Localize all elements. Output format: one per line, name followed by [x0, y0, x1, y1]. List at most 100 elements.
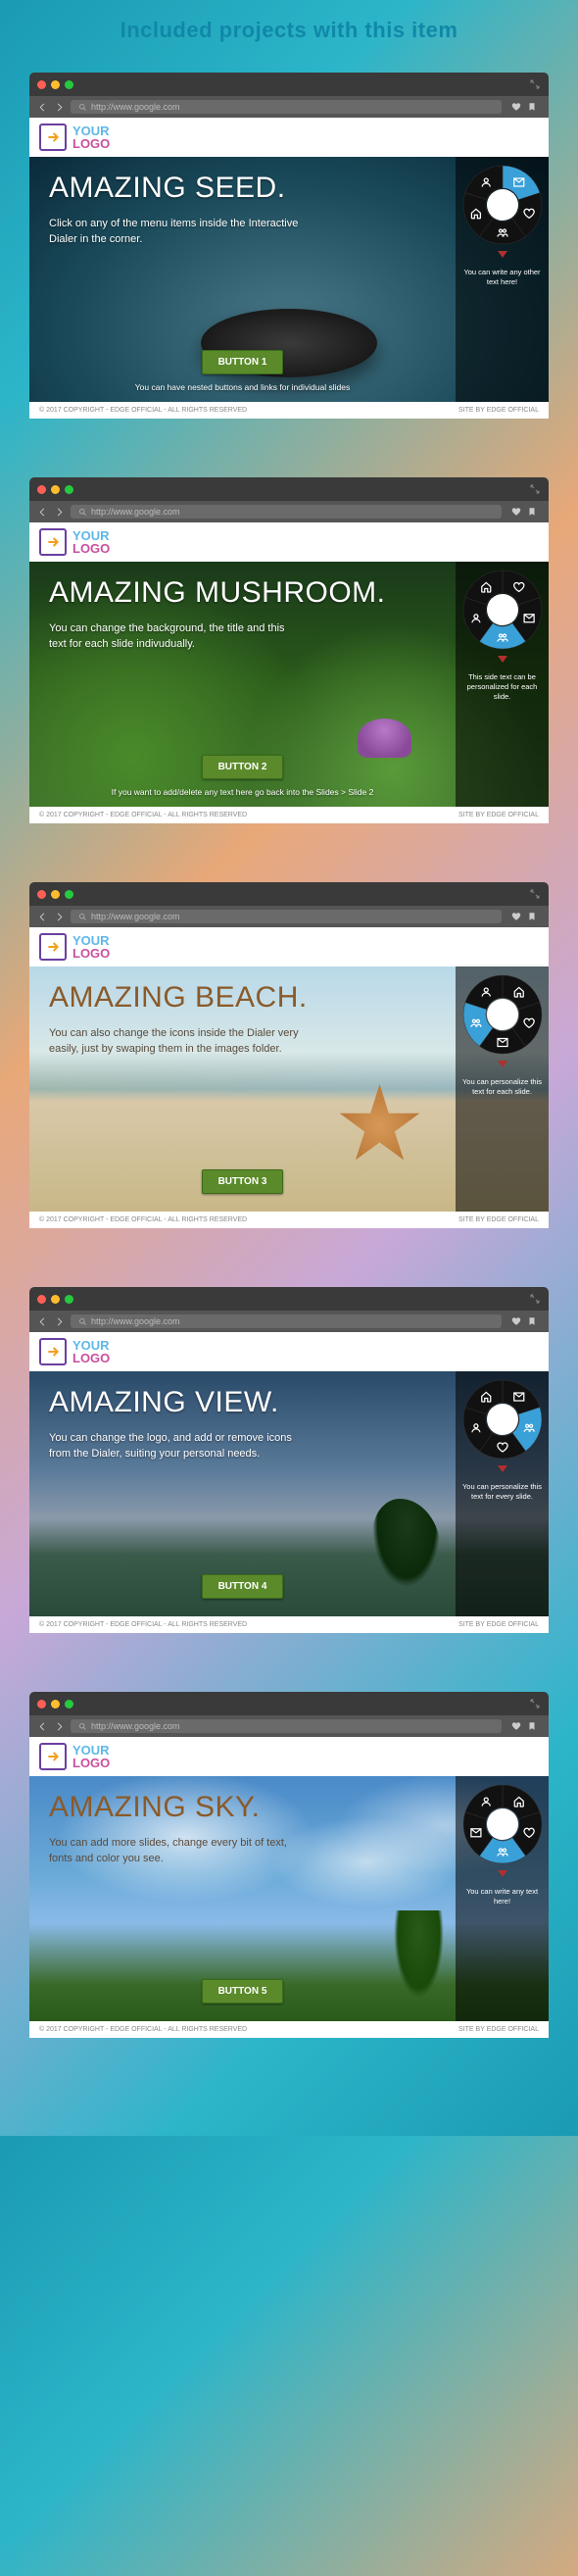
maximize-icon[interactable] [65, 1700, 73, 1709]
hero-slide: AMAZING BEACH. You can also change the i… [29, 966, 549, 1212]
minimize-icon[interactable] [51, 80, 60, 89]
chevron-down-icon[interactable] [498, 656, 507, 663]
chevron-down-icon[interactable] [498, 251, 507, 258]
maximize-icon[interactable] [65, 1295, 73, 1304]
logo-icon[interactable] [39, 1743, 67, 1770]
copyright-text: © 2017 COPYRIGHT - EDGE OFFICIAL - ALL R… [39, 2026, 247, 2033]
dialer-center[interactable] [487, 189, 518, 221]
chevron-down-icon[interactable] [498, 1465, 507, 1472]
favorite-icon[interactable] [511, 912, 521, 921]
logo-icon[interactable] [39, 933, 67, 961]
slide-description: Click on any of the menu items inside th… [49, 216, 304, 248]
minimize-icon[interactable] [51, 485, 60, 494]
hero-slide: AMAZING VIEW. You can change the logo, a… [29, 1371, 549, 1616]
footer: © 2017 COPYRIGHT - EDGE OFFICIAL - ALL R… [29, 807, 549, 823]
chevron-down-icon[interactable] [498, 1061, 507, 1067]
dialer-center[interactable] [487, 1808, 518, 1840]
back-icon[interactable] [37, 912, 48, 922]
back-icon[interactable] [37, 1721, 48, 1732]
interactive-dialer[interactable] [462, 1784, 543, 1864]
close-icon[interactable] [37, 485, 46, 494]
window-titlebar [29, 882, 549, 906]
hero-slide: AMAZING SEED. Click on any of the menu i… [29, 157, 549, 402]
logo-icon[interactable] [39, 1338, 67, 1365]
interactive-dialer[interactable] [462, 974, 543, 1055]
url-input[interactable]: http://www.google.com [71, 505, 502, 519]
header: YOUR LOGO [29, 1737, 549, 1776]
interactive-dialer[interactable] [462, 570, 543, 650]
bookmark-icon[interactable] [527, 102, 537, 112]
slide-button[interactable]: BUTTON 2 [202, 755, 284, 779]
expand-icon[interactable] [529, 1698, 541, 1709]
logo-text: YOUR LOGO [72, 529, 110, 555]
credits-text: SITE BY EDGE OFFICIAL [458, 2026, 539, 2033]
url-input[interactable]: http://www.google.com [71, 910, 502, 923]
credits-text: SITE BY EDGE OFFICIAL [458, 1621, 539, 1628]
logo-text: YOUR LOGO [72, 934, 110, 960]
favorite-icon[interactable] [511, 1316, 521, 1326]
maximize-icon[interactable] [65, 890, 73, 899]
forward-icon[interactable] [54, 507, 65, 518]
close-icon[interactable] [37, 1700, 46, 1709]
bookmark-icon[interactable] [527, 507, 537, 517]
slide-caption: If you want to add/delete any text here … [112, 787, 374, 797]
back-icon[interactable] [37, 102, 48, 113]
expand-icon[interactable] [529, 888, 541, 900]
minimize-icon[interactable] [51, 890, 60, 899]
url-text: http://www.google.com [91, 507, 180, 517]
side-text: You can personalize this text for each s… [461, 1077, 543, 1097]
forward-icon[interactable] [54, 912, 65, 922]
slide-button[interactable]: BUTTON 5 [202, 1979, 284, 2004]
dialer-center[interactable] [487, 999, 518, 1030]
address-bar: http://www.google.com [29, 1311, 549, 1332]
forward-icon[interactable] [54, 1316, 65, 1327]
side-panel: You can write any other text here! [456, 157, 549, 402]
forward-icon[interactable] [54, 102, 65, 113]
bookmark-icon[interactable] [527, 1316, 537, 1326]
slide-button[interactable]: BUTTON 4 [202, 1574, 284, 1599]
favorite-icon[interactable] [511, 102, 521, 112]
url-input[interactable]: http://www.google.com [71, 100, 502, 114]
logo-text: YOUR LOGO [72, 124, 110, 150]
url-input[interactable]: http://www.google.com [71, 1314, 502, 1328]
close-icon[interactable] [37, 80, 46, 89]
logo-text: YOUR LOGO [72, 1339, 110, 1364]
slide-button[interactable]: BUTTON 3 [202, 1169, 284, 1194]
footer: © 2017 COPYRIGHT - EDGE OFFICIAL - ALL R… [29, 1616, 549, 1633]
maximize-icon[interactable] [65, 485, 73, 494]
back-icon[interactable] [37, 1316, 48, 1327]
showcase-3: http://www.google.com YOUR LOGO AMAZING … [29, 1287, 549, 1633]
url-text: http://www.google.com [91, 102, 180, 112]
dialer-center[interactable] [487, 594, 518, 625]
bookmark-icon[interactable] [527, 1721, 537, 1731]
bookmark-icon[interactable] [527, 912, 537, 921]
maximize-icon[interactable] [65, 80, 73, 89]
close-icon[interactable] [37, 1295, 46, 1304]
slide-caption: You can have nested buttons and links fo… [135, 382, 350, 392]
forward-icon[interactable] [54, 1721, 65, 1732]
slide-title: AMAZING SEED. [49, 173, 436, 204]
close-icon[interactable] [37, 890, 46, 899]
expand-icon[interactable] [529, 1293, 541, 1305]
interactive-dialer[interactable] [462, 165, 543, 245]
expand-icon[interactable] [529, 483, 541, 495]
dialer-center[interactable] [487, 1404, 518, 1435]
logo-icon[interactable] [39, 124, 67, 151]
favorite-icon[interactable] [511, 1721, 521, 1731]
side-text: You can write any other text here! [461, 268, 543, 287]
credits-text: SITE BY EDGE OFFICIAL [458, 812, 539, 818]
slide-title: AMAZING MUSHROOM. [49, 577, 436, 609]
interactive-dialer[interactable] [462, 1379, 543, 1460]
url-text: http://www.google.com [91, 912, 180, 921]
logo-icon[interactable] [39, 528, 67, 556]
minimize-icon[interactable] [51, 1700, 60, 1709]
slide-button[interactable]: BUTTON 1 [202, 350, 284, 374]
chevron-down-icon[interactable] [498, 1870, 507, 1877]
minimize-icon[interactable] [51, 1295, 60, 1304]
favorite-icon[interactable] [511, 507, 521, 517]
expand-icon[interactable] [529, 78, 541, 90]
url-input[interactable]: http://www.google.com [71, 1719, 502, 1733]
footer: © 2017 COPYRIGHT - EDGE OFFICIAL - ALL R… [29, 2021, 549, 2038]
window-titlebar [29, 1287, 549, 1311]
back-icon[interactable] [37, 507, 48, 518]
